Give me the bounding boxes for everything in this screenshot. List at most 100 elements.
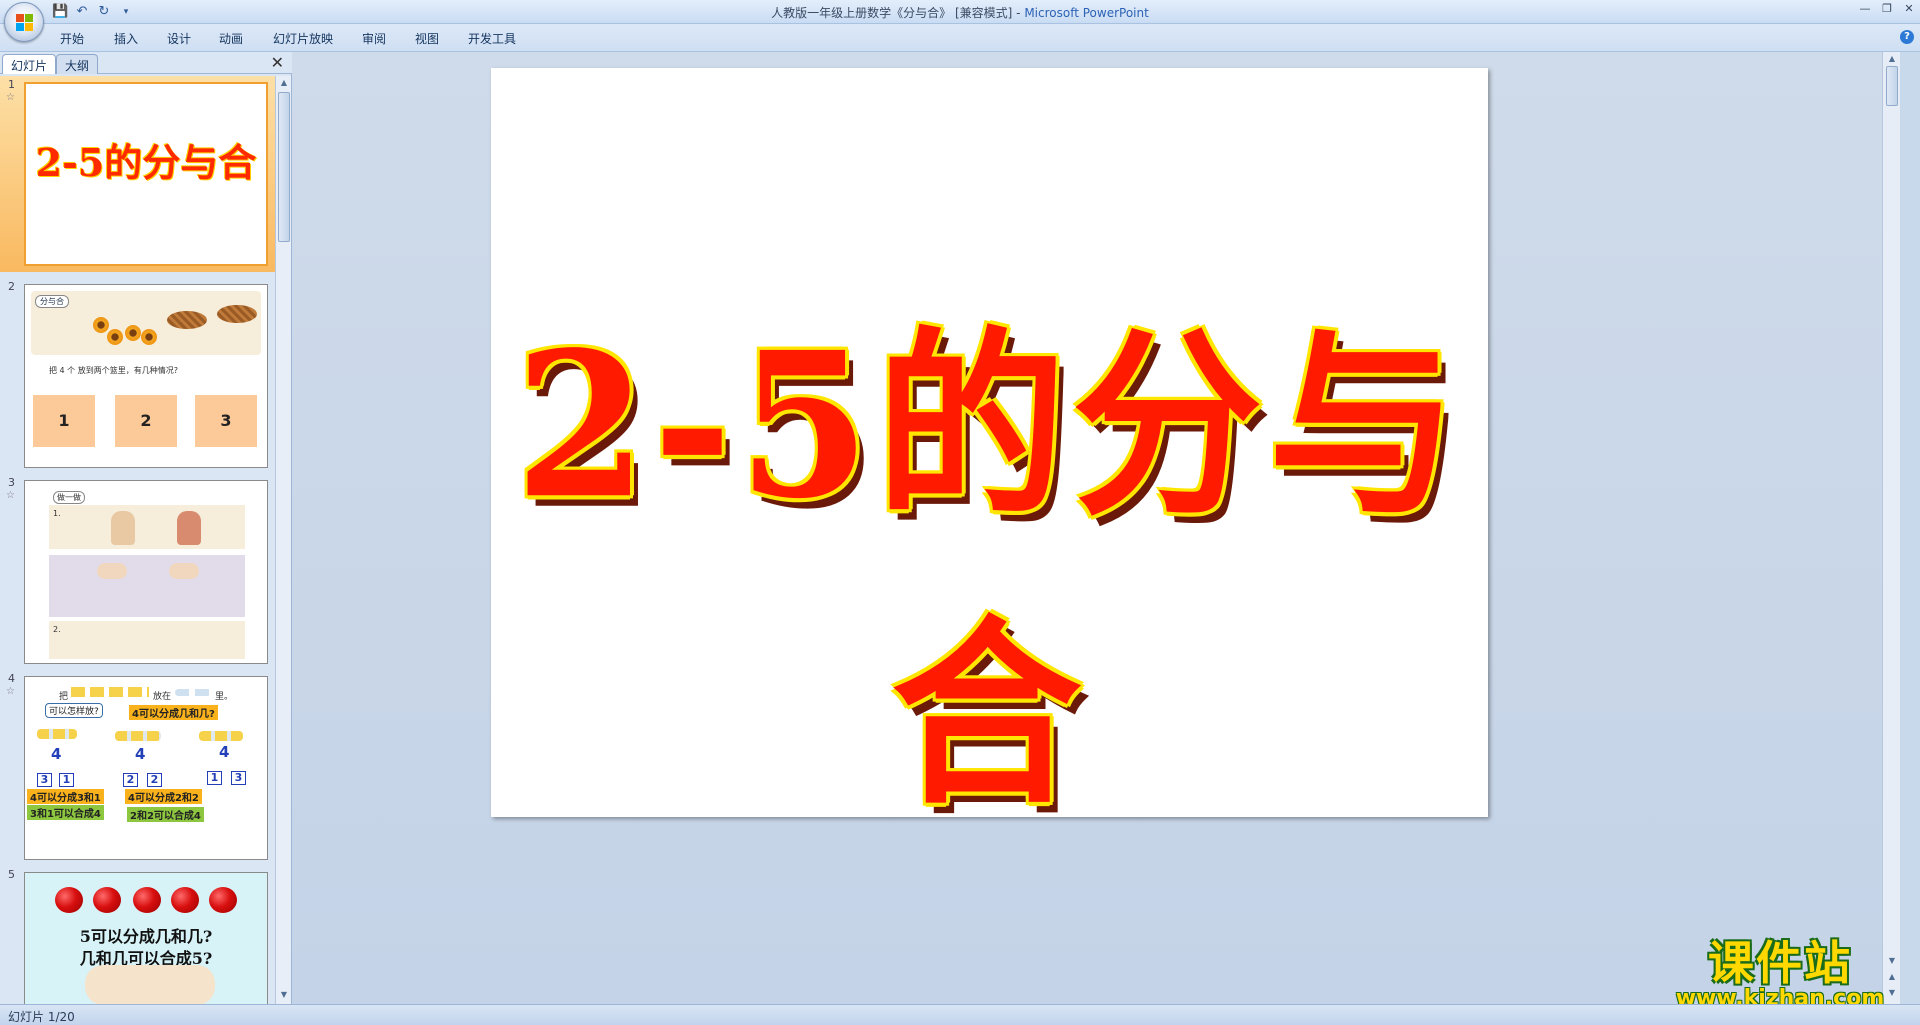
- thumbnail-caption: 分与合: [35, 295, 69, 308]
- slide-thumbnail-2[interactable]: 分与合 把 4 个 放到两个篮里，有几种情况? 1 2 3: [24, 284, 268, 468]
- thumbnail-intro: 把: [59, 692, 69, 702]
- total-number: 4: [51, 745, 62, 763]
- child-figure: [177, 511, 201, 545]
- thumbnail-intro-2: 放在: [153, 692, 172, 702]
- office-button[interactable]: [4, 2, 44, 42]
- close-pane-icon[interactable]: ✕: [271, 54, 284, 72]
- window-controls: — ❐ ✕: [1858, 2, 1916, 15]
- thumbnail-row-5[interactable]: 5 5可以分成几和几? 几和几可以合成5?: [0, 866, 276, 1004]
- scroll-down-icon[interactable]: ▼: [278, 990, 290, 1002]
- apple-icon: [209, 887, 237, 913]
- watermark-title: 课件站: [1708, 936, 1852, 990]
- slide-number: 5: [8, 868, 15, 881]
- scroll-thumb[interactable]: [278, 92, 290, 242]
- split-label: 4可以分成2和2: [125, 789, 202, 804]
- thumbnail-hands-panel: [49, 555, 245, 617]
- question-label: 4可以分成几和几?: [129, 705, 218, 720]
- slides-pane: 幻灯片 大纲 ✕ 1 ☆ 2-5的分与合 2 分与合 把 4 个 放到两个篮里，…: [0, 52, 292, 1004]
- slide-number: 2: [8, 280, 15, 293]
- join-label: 3和1可以合成4: [27, 805, 104, 820]
- tab-slideshow[interactable]: 幻灯片放映: [273, 30, 333, 47]
- slide-number: 4: [8, 672, 15, 685]
- question-number: 1.: [53, 509, 61, 518]
- slide-thumbnail-4[interactable]: 把 放在 里。 可以怎样放? 4可以分成几和几? 4 4 4 3 1 2 2 1…: [24, 676, 268, 860]
- join-label: 2和2可以合成4: [127, 807, 204, 822]
- thumbnail-illustration: 分与合: [31, 291, 261, 355]
- hands-figure: [169, 563, 199, 579]
- tab-insert[interactable]: 插入: [114, 30, 138, 47]
- tab-review[interactable]: 审阅: [362, 30, 386, 47]
- part-box: 3: [37, 773, 52, 787]
- child-figure: [111, 511, 135, 545]
- slide-thumbnail-3[interactable]: 做一做 1. 2.: [24, 480, 268, 664]
- tab-view[interactable]: 视图: [415, 30, 439, 47]
- minimize-icon[interactable]: —: [1858, 2, 1872, 15]
- thumbnail-scrollbar[interactable]: ▲ ▼: [275, 76, 291, 1004]
- sunflower-icon: [125, 325, 141, 341]
- tab-design[interactable]: 设计: [167, 30, 191, 47]
- option-box: 3: [195, 395, 257, 447]
- thumbnail-question-1: 5可以分成几和几?: [79, 927, 213, 946]
- sunflower-icon: [141, 329, 157, 345]
- help-icon[interactable]: ?: [1900, 30, 1914, 44]
- tab-animations[interactable]: 动画: [219, 30, 243, 47]
- basket-icon: [167, 311, 207, 329]
- scroll-up-icon[interactable]: ▲: [1886, 54, 1898, 66]
- editor-scrollbar[interactable]: ▲ ▼ ▲ ▼: [1882, 52, 1900, 1004]
- tab-slides[interactable]: 幻灯片: [2, 54, 57, 74]
- hands-figure: [97, 563, 127, 579]
- total-number: 4: [219, 743, 230, 761]
- part-box: 2: [123, 773, 138, 787]
- apple-icon: [55, 887, 83, 913]
- cloud-shape: [85, 965, 215, 1004]
- slide-editor: 2-5的分与合 ▲ ▼ ▲ ▼: [292, 52, 1900, 1004]
- scroll-up-icon[interactable]: ▲: [278, 78, 290, 90]
- thumbnail-row-2[interactable]: 2 分与合 把 4 个 放到两个篮里，有几种情况? 1 2 3: [0, 278, 276, 474]
- thumbnail-list: 1 ☆ 2-5的分与合 2 分与合 把 4 个 放到两个篮里，有几种情况? 1 …: [0, 76, 276, 1004]
- thumbnail-title: 2-5的分与合: [35, 140, 257, 185]
- sunflower-icon: [93, 317, 109, 333]
- app-name: Microsoft PowerPoint: [1024, 6, 1149, 20]
- plate-group-icon: [115, 731, 161, 741]
- part-box: 1: [207, 771, 222, 785]
- thumbnail-bottom-panel: 2.: [49, 621, 245, 659]
- site-watermark: 课件站 www.kjzhan.com: [1660, 936, 1900, 1011]
- option-box: 2: [115, 395, 177, 447]
- apple-icon: [171, 887, 199, 913]
- slide-thumbnail-1[interactable]: 2-5的分与合: [24, 82, 268, 266]
- animation-star-icon: ☆: [6, 490, 15, 501]
- thumbnail-instruction: 把 4 个 放到两个篮里，有几种情况?: [49, 366, 178, 375]
- total-number: 4: [135, 745, 146, 763]
- restore-icon[interactable]: ❐: [1880, 2, 1894, 15]
- slide-title[interactable]: 2-5的分与合: [491, 264, 1488, 842]
- thumbnail-row-3[interactable]: 3 ☆ 做一做 1. 2.: [0, 474, 276, 670]
- ribbon-tabs: 开始 插入 设计 动画 幻灯片放映 审阅 视图 开发工具 ?: [0, 24, 1920, 52]
- slide-number: 1: [8, 78, 15, 91]
- thumbnail-intro-3: 里。: [215, 692, 234, 702]
- scroll-thumb[interactable]: [1886, 66, 1898, 106]
- tab-home[interactable]: 开始: [60, 30, 84, 47]
- thumbnail-row-1[interactable]: 1 ☆ 2-5的分与合: [0, 76, 276, 272]
- close-icon[interactable]: ✕: [1902, 2, 1916, 15]
- part-box: 2: [147, 773, 162, 787]
- plates-icon: [175, 689, 211, 696]
- tab-outline[interactable]: 大纲: [56, 54, 99, 74]
- slide-counter: 幻灯片 1/20: [8, 1010, 75, 1024]
- animation-star-icon: ☆: [6, 92, 15, 103]
- apple-icon: [133, 887, 161, 913]
- office-logo-icon: [16, 14, 34, 32]
- thumbnail-caption: 做一做: [53, 491, 85, 504]
- thumbnail-row-4[interactable]: 4 ☆ 把 放在 里。 可以怎样放? 4可以分成几和几? 4 4 4 3 1 2…: [0, 670, 276, 866]
- status-bar: 幻灯片 1/20: [0, 1004, 1920, 1025]
- tab-developer[interactable]: 开发工具: [468, 30, 516, 47]
- slide-number: 3: [8, 476, 15, 489]
- plate-group-icon: [37, 729, 77, 739]
- slide-canvas[interactable]: 2-5的分与合: [491, 68, 1488, 831]
- title-bar: 💾 ↶ ↻ ▾ 人教版一年级上册数学《分与合》 [兼容模式] - Microso…: [0, 0, 1920, 24]
- peaches-icon: [71, 687, 149, 697]
- apple-icon: [93, 887, 121, 913]
- slide-thumbnail-5[interactable]: 5可以分成几和几? 几和几可以合成5?: [24, 872, 268, 1004]
- pane-tabs: 幻灯片 大纲 ✕: [0, 52, 292, 74]
- thumbnail-illustration: 1.: [49, 505, 245, 549]
- part-box: 3: [231, 771, 246, 785]
